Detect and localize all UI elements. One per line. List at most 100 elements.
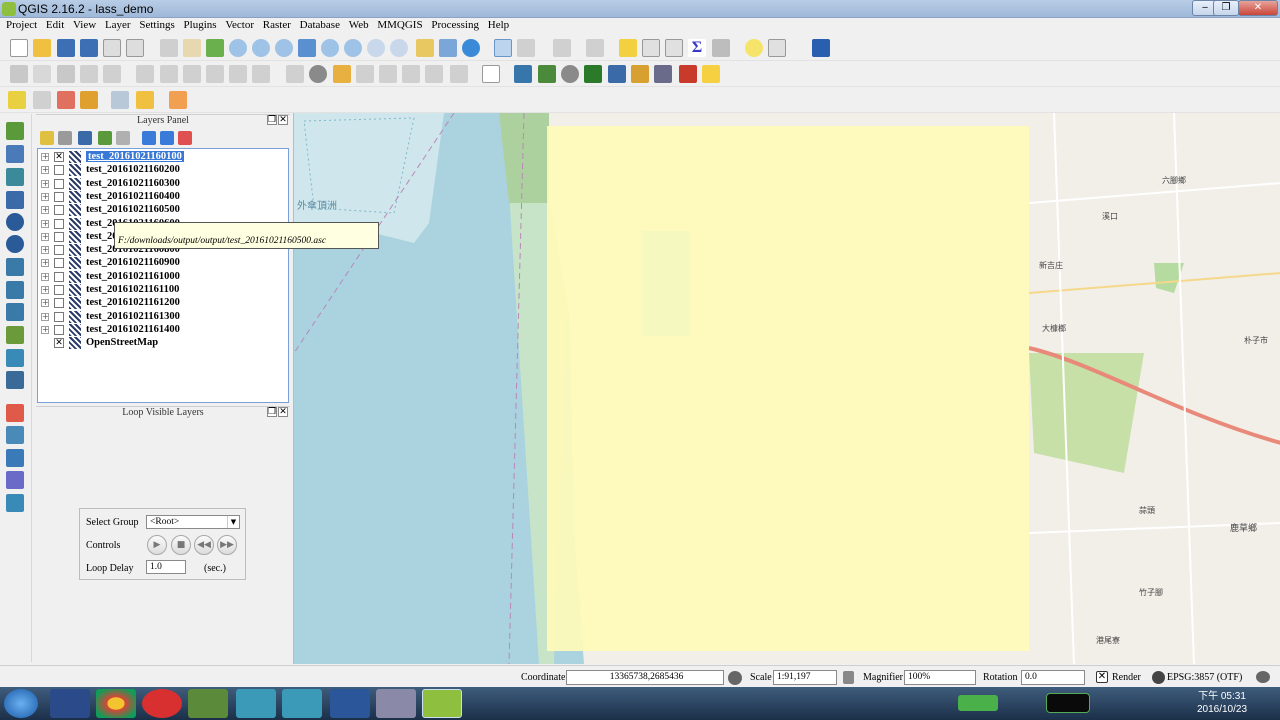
plugin-folder-icon[interactable] xyxy=(631,65,649,83)
expand-layer-icon[interactable]: + xyxy=(41,259,49,268)
expand-layer-icon[interactable]: + xyxy=(41,206,49,215)
menu-vector[interactable]: Vector xyxy=(219,18,254,31)
database-icon[interactable] xyxy=(111,91,129,109)
close-loop-panel-icon[interactable]: ✕ xyxy=(278,407,288,417)
crs-status[interactable]: EPSG:3857 (OTF) xyxy=(1167,672,1242,683)
stop-button[interactable]: ■ xyxy=(171,535,191,555)
layer-row[interactable]: + test_20161021161400 xyxy=(38,323,288,337)
cut-icon[interactable] xyxy=(183,65,201,83)
add-virtual-layer-icon[interactable] xyxy=(6,349,24,367)
add-spatialite-icon[interactable] xyxy=(6,191,24,209)
delete-selected-icon[interactable] xyxy=(160,65,178,83)
remove-layer-icon[interactable] xyxy=(178,131,192,145)
add-db-layer-icon[interactable] xyxy=(6,371,24,389)
print-composer-icon[interactable] xyxy=(103,39,121,57)
layer-visibility-checkbox[interactable] xyxy=(54,165,64,176)
show-labels-icon[interactable] xyxy=(356,65,374,83)
expand-layer-icon[interactable]: + xyxy=(41,232,49,241)
pin-labels-icon[interactable] xyxy=(333,65,351,83)
taskbar-app-red-icon[interactable] xyxy=(142,689,182,718)
menu-processing[interactable]: Processing xyxy=(425,18,479,31)
save-edits-icon[interactable] xyxy=(57,65,75,83)
add-point-icon[interactable] xyxy=(8,91,26,109)
menu-web[interactable]: Web xyxy=(343,18,369,31)
network-signal-icon[interactable] xyxy=(958,695,998,711)
layer-row[interactable]: + ✕ test_20161021160100 xyxy=(38,151,288,164)
zoom-layer-icon[interactable] xyxy=(344,39,362,57)
select-group-dropdown[interactable]: <Root> ▼ xyxy=(146,515,240,529)
current-edits-icon[interactable] xyxy=(10,65,28,83)
map-canvas[interactable]: 外傘頂洲 六腳鄉 朴子市 大槺榔 新吉庄 蒜頭 鹿草鄉 竹子腳 溪口 港尾寮 xyxy=(293,113,1280,664)
layer-visibility-checkbox[interactable] xyxy=(54,245,64,256)
copy-icon[interactable] xyxy=(229,65,247,83)
select-features-icon[interactable] xyxy=(553,39,571,57)
taskbar-app-blue2-icon[interactable] xyxy=(282,689,322,718)
measure-line-icon[interactable] xyxy=(712,39,730,57)
word-icon[interactable] xyxy=(330,689,370,718)
plugin-smiley-icon[interactable] xyxy=(702,65,720,83)
start-button[interactable] xyxy=(4,689,38,718)
attribute-table-icon[interactable] xyxy=(642,39,660,57)
taskbar-app-green-icon[interactable] xyxy=(188,689,228,718)
layer-row[interactable]: ✕ OpenStreetMap xyxy=(38,337,288,350)
expand-layer-icon[interactable]: + xyxy=(41,192,49,201)
add-feature-icon[interactable] xyxy=(80,65,98,83)
system-clock[interactable]: 下午 05:31 2016/10/23 xyxy=(1194,690,1250,716)
node-tool-icon[interactable] xyxy=(136,65,154,83)
render-checkbox[interactable]: ✕ xyxy=(1096,671,1108,683)
menu-raster[interactable]: Raster xyxy=(257,18,291,31)
layer-row[interactable]: + test_20161021160300 xyxy=(38,177,288,191)
layer-row[interactable]: + test_20161021161100 xyxy=(38,284,288,297)
change-label-icon[interactable] xyxy=(425,65,443,83)
menu-plugins[interactable]: Plugins xyxy=(178,18,217,31)
add-group-icon[interactable] xyxy=(58,131,72,145)
plugin-green-icon[interactable] xyxy=(538,65,556,83)
help-icon[interactable] xyxy=(812,39,830,57)
chrome-icon[interactable] xyxy=(96,689,136,718)
layer-row[interactable]: + test_20161021160200 xyxy=(38,164,288,177)
add-oracle-icon[interactable] xyxy=(6,235,24,253)
add-mssql-icon[interactable] xyxy=(6,213,24,231)
add-delimited-text-icon[interactable] xyxy=(6,326,24,344)
coordinate-field[interactable]: 13365738,2685436 xyxy=(566,670,724,685)
paste-icon[interactable] xyxy=(252,65,270,83)
label-icon[interactable] xyxy=(286,65,304,83)
save-as-icon[interactable] xyxy=(80,39,98,57)
toggle-editing-icon[interactable] xyxy=(33,65,51,83)
add-wfs-icon[interactable] xyxy=(6,303,24,321)
rotate-label-icon[interactable] xyxy=(402,65,420,83)
loop-delay-spinbox[interactable]: 1.0 xyxy=(146,560,186,574)
csw-icon[interactable] xyxy=(482,65,500,83)
add-vector-layer-icon[interactable] xyxy=(6,122,24,140)
plugin-gear-icon[interactable] xyxy=(608,65,626,83)
style-manager-icon[interactable] xyxy=(40,131,54,145)
menu-layer[interactable]: Layer xyxy=(99,18,131,31)
close-button[interactable]: ✕ xyxy=(1238,0,1278,16)
expand-layer-icon[interactable]: + xyxy=(41,286,49,294)
new-project-icon[interactable] xyxy=(10,39,28,57)
touch-icon[interactable] xyxy=(160,39,178,57)
taskbar-app-blue-icon[interactable] xyxy=(236,689,276,718)
float-loop-panel-icon[interactable]: ❐ xyxy=(267,407,277,417)
menu-database[interactable]: Database xyxy=(294,18,340,31)
new-gpx-icon[interactable] xyxy=(6,471,24,489)
maximize-button[interactable]: ❐ xyxy=(1213,0,1239,16)
expand-layer-icon[interactable]: + xyxy=(41,272,49,281)
next-button[interactable]: ▶▶ xyxy=(217,535,237,555)
show-bookmarks-icon[interactable] xyxy=(439,39,457,57)
layer-row[interactable]: + test_20161021161000 xyxy=(38,270,288,284)
add-wcs-icon[interactable] xyxy=(6,281,24,299)
split-icon[interactable] xyxy=(80,91,98,109)
filter-expression-icon[interactable] xyxy=(116,131,130,145)
layer-row[interactable]: + test_20161021160400 xyxy=(38,190,288,204)
new-shapefile-icon[interactable] xyxy=(6,426,24,444)
close-panel-icon[interactable]: ✕ xyxy=(278,115,288,125)
menu-settings[interactable]: Settings xyxy=(133,18,174,31)
zoom-native-icon[interactable] xyxy=(275,39,293,57)
plugin-polygon-icon[interactable] xyxy=(169,91,187,109)
menu-edit[interactable]: Edit xyxy=(40,18,64,31)
layer-visibility-checkbox[interactable] xyxy=(54,205,64,216)
pan-hand-icon[interactable] xyxy=(183,39,201,57)
menu-mmqgis[interactable]: MMQGIS xyxy=(371,18,422,31)
layer-visibility-checkbox[interactable] xyxy=(54,258,64,269)
